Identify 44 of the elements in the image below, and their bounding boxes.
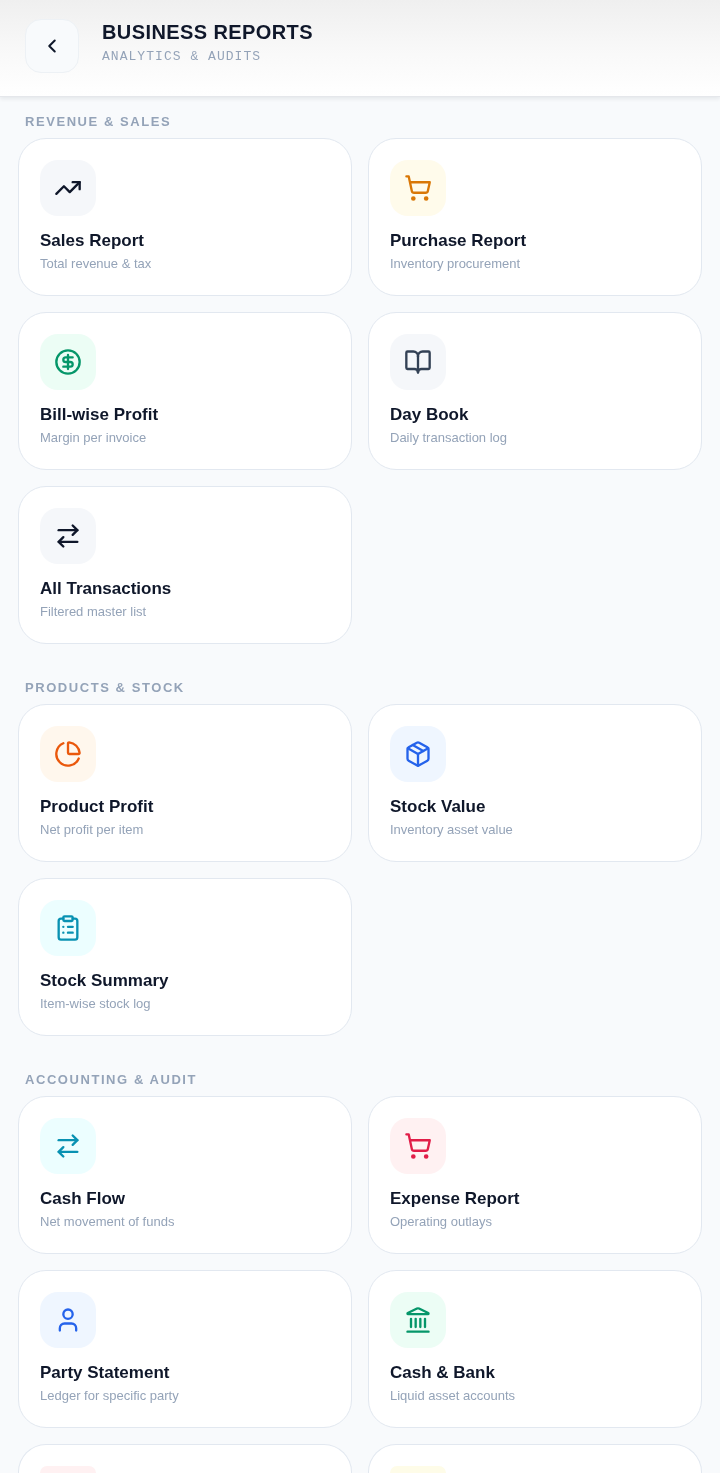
card-subtitle: Inventory procurement [390, 255, 521, 273]
back-button[interactable] [25, 19, 79, 73]
report-card[interactable] [18, 1444, 352, 1473]
card-title: Purchase Report [390, 230, 527, 252]
card-subtitle: Item-wise stock log [40, 995, 151, 1013]
report-card[interactable]: Sales Report Total revenue & tax [18, 138, 352, 296]
report-card[interactable]: Stock Value Inventory asset value [368, 704, 702, 862]
card-title: Day Book [390, 404, 469, 426]
card-title: Stock Value [390, 796, 486, 818]
card-title: Cash Flow [40, 1188, 125, 1210]
section-heading: PRODUCTS & STOCK [24, 680, 186, 696]
card-subtitle: Net movement of funds [40, 1213, 175, 1231]
card-subtitle: Ledger for specific party [40, 1387, 179, 1405]
report-card[interactable]: All Transactions Filtered master list [18, 486, 352, 644]
card-subtitle: Margin per invoice [40, 429, 147, 447]
card-title: Cash & Bank [390, 1362, 495, 1384]
report-card[interactable]: Day Book Daily transaction log [368, 312, 702, 470]
card-title: All Transactions [40, 578, 172, 600]
card-subtitle: Inventory asset value [390, 821, 513, 839]
card-subtitle: Filtered master list [40, 603, 147, 621]
report-card[interactable]: Stock Summary Item-wise stock log [18, 878, 352, 1036]
card-subtitle: Net profit per item [40, 821, 144, 839]
report-card[interactable]: Bill-wise Profit Margin per invoice [18, 312, 352, 470]
card-subtitle: Daily transaction log [390, 429, 508, 447]
card-subtitle: Operating outlays [390, 1213, 492, 1231]
report-card[interactable]: Purchase Report Inventory procurement [368, 138, 702, 296]
card-title: Stock Summary [40, 970, 169, 992]
report-card[interactable]: Party Statement Ledger for specific party [18, 1270, 352, 1428]
page-title: BUSINESS REPORTS [102, 20, 313, 44]
report-card[interactable]: Expense Report Operating outlays [368, 1096, 702, 1254]
section-heading: ACCOUNTING & AUDIT [24, 1072, 199, 1088]
card-title: Product Profit [40, 796, 154, 818]
report-card[interactable]: Cash & Bank Liquid asset accounts [368, 1270, 702, 1428]
card-subtitle: Liquid asset accounts [390, 1387, 516, 1405]
report-card[interactable] [368, 1444, 702, 1473]
card-title: Sales Report [40, 230, 144, 252]
page-subtitle: ANALYTICS & AUDITS [102, 48, 263, 66]
report-card[interactable]: Product Profit Net profit per item [18, 704, 352, 862]
card-title: Party Statement [40, 1362, 170, 1384]
section-heading: REVENUE & SALES [24, 114, 173, 130]
card-subtitle: Total revenue & tax [40, 255, 152, 273]
card-title: Bill-wise Profit [40, 404, 159, 426]
card-title: Expense Report [390, 1188, 520, 1210]
report-card[interactable]: Cash Flow Net movement of funds [18, 1096, 352, 1254]
